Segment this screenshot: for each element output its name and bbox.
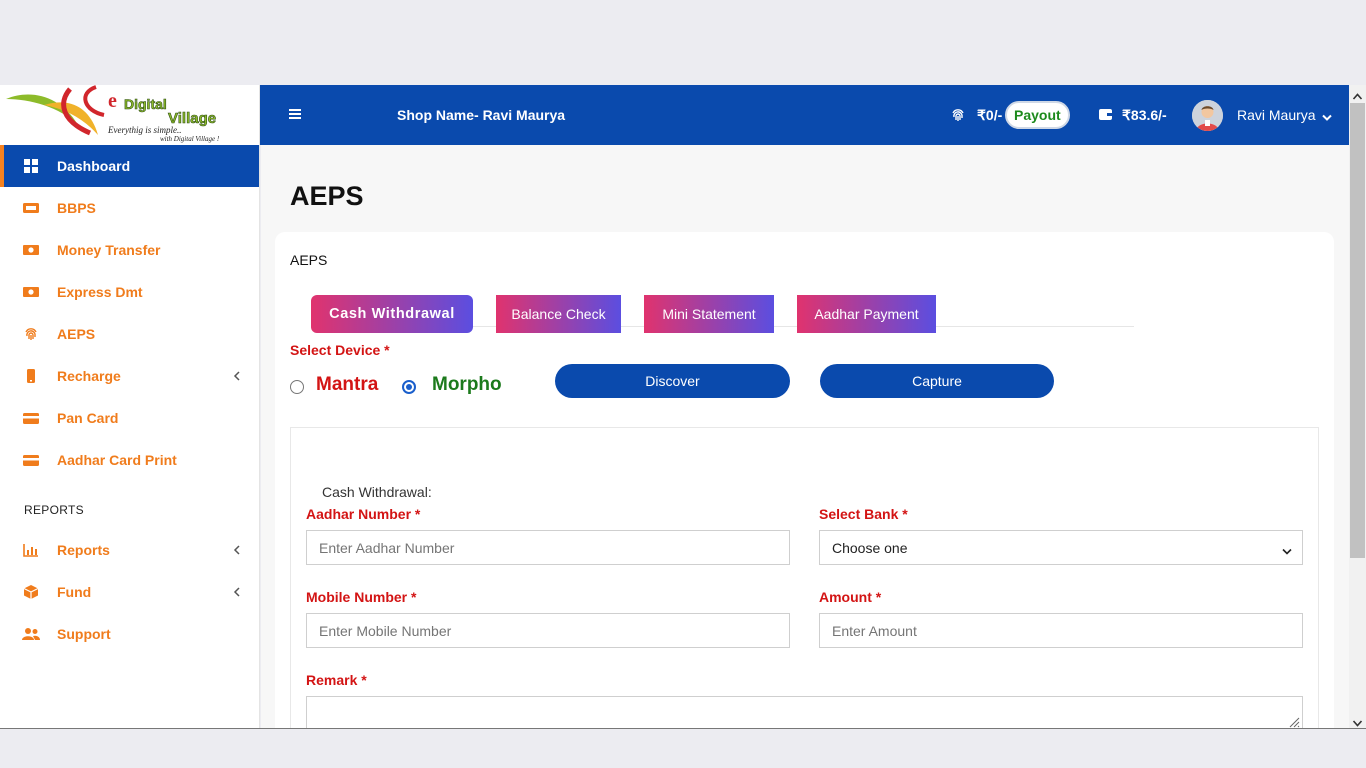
aeps-balance: ₹0/- bbox=[977, 107, 1003, 123]
select-bank-label: Select Bank * bbox=[819, 506, 908, 522]
card-icon bbox=[22, 451, 40, 469]
logo-tagline-2: with Digital Village ! bbox=[160, 135, 220, 143]
discover-button[interactable]: Discover bbox=[555, 364, 790, 398]
device-label-morpho[interactable]: Morpho bbox=[432, 374, 502, 396]
money-icon bbox=[22, 283, 40, 301]
sidebar-item-label: BBPS bbox=[57, 200, 96, 216]
remark-textarea[interactable] bbox=[306, 696, 1303, 728]
top-navbar: Shop Name- Ravi Maurya ₹0/- Payout ₹83.6… bbox=[260, 85, 1349, 145]
tab-cash-withdrawal[interactable]: Cash Withdrawal bbox=[311, 295, 473, 333]
sidebar-item-label: Dashboard bbox=[57, 158, 131, 174]
sidebar-item-fund[interactable]: Fund bbox=[0, 571, 259, 613]
main-content: AEPS AEPS Cash Withdrawal Balance Check … bbox=[261, 145, 1349, 728]
fingerprint-icon bbox=[950, 107, 966, 128]
svg-text:e: e bbox=[108, 90, 117, 112]
radio-mantra[interactable] bbox=[290, 380, 304, 394]
sidebar-item-recharge[interactable]: Recharge bbox=[0, 355, 259, 397]
sidebar-item-express-dmt[interactable]: Express Dmt bbox=[0, 271, 259, 313]
payout-button[interactable]: Payout bbox=[1005, 101, 1070, 129]
radio-morpho[interactable] bbox=[402, 380, 416, 394]
browser-top-gap bbox=[0, 0, 1366, 85]
money-icon bbox=[22, 241, 40, 259]
user-name[interactable]: Ravi Maurya bbox=[1237, 107, 1316, 123]
tab-aadhar-payment[interactable]: Aadhar Payment bbox=[797, 295, 936, 333]
shop-name: Shop Name- Ravi Maurya bbox=[397, 107, 566, 123]
sidebar-item-label: Reports bbox=[57, 542, 110, 558]
sidebar-section-reports: REPORTS bbox=[24, 503, 84, 517]
tab-balance-check[interactable]: Balance Check bbox=[496, 295, 621, 333]
sidebar: e Digital Village Everythig is simple.. … bbox=[0, 85, 260, 728]
logo-tagline: Everythig is simple.. bbox=[107, 125, 182, 135]
remark-label: Remark * bbox=[306, 672, 367, 688]
sidebar-item-money-transfer[interactable]: Money Transfer bbox=[0, 229, 259, 271]
chevron-down-icon[interactable] bbox=[1322, 109, 1332, 127]
chevron-down-icon bbox=[1282, 543, 1292, 559]
sidebar-item-label: Pan Card bbox=[57, 410, 119, 426]
chevron-left-icon bbox=[233, 543, 241, 559]
device-label-mantra[interactable]: Mantra bbox=[316, 374, 378, 396]
sidebar-item-aadhar-card-print[interactable]: Aadhar Card Print bbox=[0, 439, 259, 481]
sidebar-item-support[interactable]: Support bbox=[0, 613, 259, 655]
capture-button[interactable]: Capture bbox=[820, 364, 1054, 398]
dashboard-grid-icon bbox=[22, 157, 40, 175]
select-device-label: Select Device * bbox=[290, 342, 390, 358]
sidebar-item-label: Money Transfer bbox=[57, 242, 161, 258]
tab-mini-statement[interactable]: Mini Statement bbox=[644, 295, 774, 333]
sidebar-item-dashboard[interactable]: Dashboard bbox=[0, 145, 259, 187]
sidebar-item-reports[interactable]: Reports bbox=[0, 529, 259, 571]
wallet-balance: ₹83.6/- bbox=[1122, 107, 1167, 123]
aadhar-number-label: Aadhar Number * bbox=[306, 506, 421, 522]
wallet-icon bbox=[1098, 107, 1113, 126]
sidebar-item-label: Express Dmt bbox=[57, 284, 143, 300]
amount-label: Amount * bbox=[819, 589, 882, 605]
browser-bottom-bar bbox=[0, 728, 1366, 768]
scroll-up-arrow-icon[interactable] bbox=[1352, 88, 1363, 106]
mobile-icon bbox=[22, 367, 40, 385]
brand-logo[interactable]: e Digital Village Everythig is simple.. … bbox=[0, 85, 259, 145]
select-bank-value: Choose one bbox=[832, 539, 908, 556]
page-title: AEPS bbox=[290, 181, 364, 211]
mobile-number-label: Mobile Number * bbox=[306, 589, 417, 605]
cash-withdrawal-form: Cash Withdrawal: Aadhar Number * Select … bbox=[290, 427, 1319, 728]
aadhar-number-input[interactable] bbox=[306, 530, 790, 565]
sidebar-item-pan-card[interactable]: Pan Card bbox=[0, 397, 259, 439]
sidebar-item-label: Support bbox=[57, 626, 111, 642]
select-bank-dropdown[interactable]: Choose one bbox=[819, 530, 1303, 565]
bill-icon bbox=[22, 199, 40, 217]
sidebar-reports-nav: Reports Fund Support bbox=[0, 529, 259, 655]
resize-grip-icon[interactable] bbox=[1288, 715, 1300, 728]
aeps-card: AEPS Cash Withdrawal Balance Check Mini … bbox=[275, 232, 1334, 728]
sidebar-item-label: Recharge bbox=[57, 368, 121, 384]
scrollbar-thumb[interactable] bbox=[1350, 103, 1365, 558]
svg-text:Digital: Digital bbox=[124, 96, 167, 112]
mobile-number-input[interactable] bbox=[306, 613, 790, 648]
sidebar-item-label: AEPS bbox=[57, 326, 96, 342]
hamburger-menu-icon[interactable] bbox=[288, 107, 302, 126]
form-heading: Cash Withdrawal: bbox=[322, 484, 432, 500]
card-icon bbox=[22, 409, 40, 427]
card-title: AEPS bbox=[290, 252, 328, 268]
user-avatar[interactable] bbox=[1192, 100, 1223, 131]
sidebar-item-label: Fund bbox=[57, 584, 92, 600]
sidebar-item-label: Aadhar Card Print bbox=[57, 452, 177, 468]
fingerprint-icon bbox=[22, 325, 40, 343]
chevron-left-icon bbox=[233, 585, 241, 601]
sidebar-item-bbps[interactable]: BBPS bbox=[0, 187, 259, 229]
chart-icon bbox=[22, 541, 40, 559]
users-icon bbox=[22, 625, 40, 643]
chevron-left-icon bbox=[233, 369, 241, 385]
box-icon bbox=[22, 583, 40, 601]
amount-input[interactable] bbox=[819, 613, 1303, 648]
sidebar-item-aeps[interactable]: AEPS bbox=[0, 313, 259, 355]
sidebar-nav: Dashboard BBPS Money Transfer Express Dm… bbox=[0, 145, 259, 481]
